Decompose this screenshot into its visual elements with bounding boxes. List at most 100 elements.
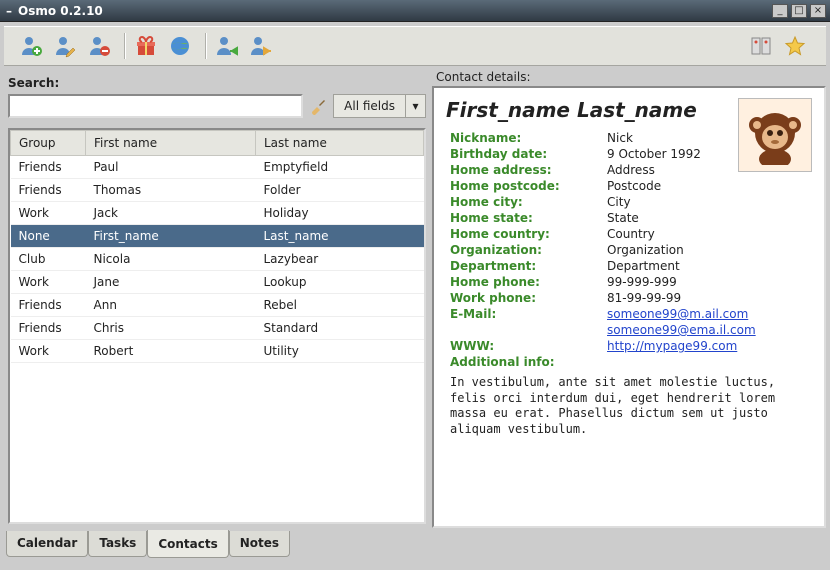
detail-label: Work phone: xyxy=(446,290,603,306)
table-row[interactable]: ClubNicolaLazybear xyxy=(11,248,424,271)
table-cell: Work xyxy=(11,202,86,225)
person-arrow-out-icon xyxy=(249,34,273,58)
detail-value: Postcode xyxy=(603,178,812,194)
table-cell: Paul xyxy=(86,156,256,179)
table-cell: Lookup xyxy=(256,271,424,294)
detail-value: City xyxy=(603,194,812,210)
column-header[interactable]: Last name xyxy=(256,131,424,156)
table-cell: Friends xyxy=(11,317,86,340)
favorite-button[interactable] xyxy=(780,31,810,61)
table-row[interactable]: WorkJaneLookup xyxy=(11,271,424,294)
detail-label: Home postcode: xyxy=(446,178,603,194)
detail-value: Department xyxy=(603,258,812,274)
tab-contacts[interactable]: Contacts xyxy=(147,530,228,558)
edit-contact-button[interactable] xyxy=(50,31,80,61)
import-button[interactable] xyxy=(212,31,242,61)
www-link[interactable]: http://mypage99.com xyxy=(607,339,737,353)
details-panel-label: Contact details: xyxy=(432,70,826,86)
table-cell: Ann xyxy=(86,294,256,317)
broom-icon xyxy=(309,97,327,115)
window-menu-icon[interactable]: – xyxy=(4,4,14,18)
email-link[interactable]: someone99@m.ail.com xyxy=(607,307,748,321)
table-cell: Rebel xyxy=(256,294,424,317)
chevron-down-icon[interactable]: ▾ xyxy=(405,95,425,117)
email-link[interactable]: someone99@ema.il.com xyxy=(607,323,756,337)
detail-value: Country xyxy=(603,226,812,242)
tab-notes[interactable]: Notes xyxy=(229,531,290,557)
search-area: Search: All fields ▾ xyxy=(4,70,430,122)
detail-label: Home address: xyxy=(446,162,603,178)
contact-list-panel: Search: All fields ▾ GroupFirst nameLast… xyxy=(4,70,430,528)
contacts-table: GroupFirst nameLast name FriendsPaulEmpt… xyxy=(10,130,424,363)
tab-tasks[interactable]: Tasks xyxy=(88,531,147,557)
table-row[interactable]: WorkJackHoliday xyxy=(11,202,424,225)
star-icon xyxy=(784,35,806,57)
main-content: Search: All fields ▾ GroupFirst nameLast… xyxy=(0,66,830,532)
table-cell: Jane xyxy=(86,271,256,294)
table-row[interactable]: FriendsThomasFolder xyxy=(11,179,424,202)
table-cell: Lazybear xyxy=(256,248,424,271)
column-header[interactable]: First name xyxy=(86,131,256,156)
table-cell: Robert xyxy=(86,340,256,363)
detail-label: Birthday date: xyxy=(446,146,603,162)
table-cell: Work xyxy=(11,340,86,363)
birthdays-button[interactable] xyxy=(131,31,161,61)
contact-details-panel: Contact details: First_name Last_name Ni… xyxy=(432,70,826,528)
detail-label: E-Mail: xyxy=(446,306,603,322)
table-cell: Emptyfield xyxy=(256,156,424,179)
additional-info-text: In vestibulum, ante sit amet molestie lu… xyxy=(450,375,790,437)
remove-contact-button[interactable] xyxy=(84,31,114,61)
table-row[interactable]: FriendsAnnRebel xyxy=(11,294,424,317)
search-filter-combo[interactable]: All fields ▾ xyxy=(333,94,426,118)
contacts-table-wrap: GroupFirst nameLast name FriendsPaulEmpt… xyxy=(8,128,426,524)
detail-label xyxy=(446,322,603,338)
detail-value: 99-999-999 xyxy=(603,274,812,290)
web-button[interactable] xyxy=(165,31,195,61)
export-button[interactable] xyxy=(246,31,276,61)
gift-icon xyxy=(134,34,158,58)
tab-calendar[interactable]: Calendar xyxy=(6,531,88,557)
table-cell: Friends xyxy=(11,156,86,179)
minimize-button[interactable]: _ xyxy=(772,4,788,18)
toolbar-separator xyxy=(124,33,125,59)
toolbar-separator xyxy=(205,33,206,59)
maximize-button[interactable]: □ xyxy=(791,4,807,18)
table-row[interactable]: NoneFirst_nameLast_name xyxy=(11,225,424,248)
table-cell: Thomas xyxy=(86,179,256,202)
window-title: Osmo 0.2.10 xyxy=(18,4,769,18)
table-cell: First_name xyxy=(86,225,256,248)
avatar-monkey-icon xyxy=(745,105,805,165)
detail-label: Nickname: xyxy=(446,130,603,146)
detail-label: Additional info: xyxy=(446,354,812,370)
close-button[interactable]: × xyxy=(810,4,826,18)
add-contact-button[interactable] xyxy=(16,31,46,61)
table-row[interactable]: FriendsPaulEmptyfield xyxy=(11,156,424,179)
table-row[interactable]: FriendsChrisStandard xyxy=(11,317,424,340)
table-cell: Last_name xyxy=(256,225,424,248)
map-view-button[interactable] xyxy=(746,31,776,61)
search-input[interactable] xyxy=(8,94,303,118)
globe-icon xyxy=(168,34,192,58)
table-cell: Folder xyxy=(256,179,424,202)
table-cell: Work xyxy=(11,271,86,294)
person-arrow-in-icon xyxy=(215,34,239,58)
clear-search-button[interactable] xyxy=(307,95,329,117)
table-cell: Standard xyxy=(256,317,424,340)
contact-avatar xyxy=(738,98,812,172)
detail-value: State xyxy=(603,210,812,226)
person-minus-icon xyxy=(87,34,111,58)
detail-label: Organization: xyxy=(446,242,603,258)
detail-fields: Nickname:NickBirthday date:9 October 199… xyxy=(446,130,812,438)
person-pencil-icon xyxy=(53,34,77,58)
table-cell: Club xyxy=(11,248,86,271)
detail-label: WWW: xyxy=(446,338,603,354)
detail-label: Home city: xyxy=(446,194,603,210)
window-titlebar: – Osmo 0.2.10 _ □ × xyxy=(0,0,830,22)
detail-value: Organization xyxy=(603,242,812,258)
detail-value: 81-99-99-99 xyxy=(603,290,812,306)
table-row[interactable]: WorkRobertUtility xyxy=(11,340,424,363)
details-box: First_name Last_name Nickname:NickBirthd… xyxy=(432,86,826,528)
column-header[interactable]: Group xyxy=(11,131,86,156)
map-pin-icon xyxy=(750,35,772,57)
table-cell: Jack xyxy=(86,202,256,225)
